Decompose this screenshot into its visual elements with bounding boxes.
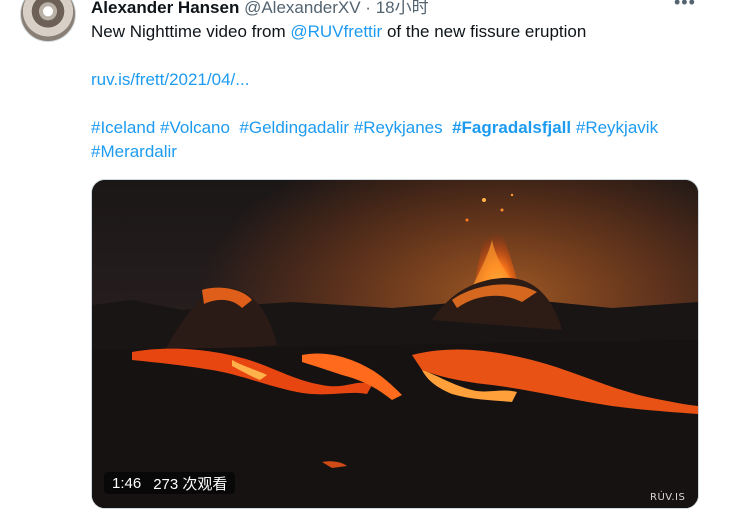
time-separator: · xyxy=(360,0,376,17)
video-player[interactable] xyxy=(91,179,699,509)
video-watermark: RÚV.IS xyxy=(650,492,686,503)
hashtag-link[interactable]: #Volcano xyxy=(160,118,230,137)
author-name[interactable]: Alexander Hansen xyxy=(91,0,239,17)
tweet-text: New Nighttime video from @RUVfrettir of … xyxy=(91,22,586,42)
hashtag-link[interactable]: #Geldingadalir xyxy=(239,118,349,137)
hashtag-link[interactable]: #Iceland xyxy=(91,118,155,137)
hashtag-link[interactable]: #Reykjavik xyxy=(576,118,658,137)
hashtag-link[interactable]: #Fagradalsfjall xyxy=(452,118,571,137)
hashtag-link[interactable]: #Reykjanes xyxy=(354,118,443,137)
more-horizontal-icon[interactable]: ••• xyxy=(674,0,696,13)
url-line: ruv.is/frett/2021/04/... xyxy=(91,70,249,90)
video-info-overlay: 1:46 273 次观看 xyxy=(104,472,236,494)
video-duration: 1:46 xyxy=(112,474,142,492)
author-handle[interactable]: @AlexanderXV xyxy=(244,0,361,17)
article-link[interactable]: ruv.is/frett/2021/04/... xyxy=(91,70,249,89)
avatar[interactable] xyxy=(20,0,76,42)
hashtags-line-1: #Iceland #Volcano #Geldingadalir #Reykja… xyxy=(91,118,658,138)
tweet-text-after: of the new fissure eruption xyxy=(382,22,587,41)
hashtag-link[interactable]: #Merardalir xyxy=(91,142,177,161)
video-thumbnail xyxy=(92,180,698,508)
tweet-header: Alexander Hansen @AlexanderXV · 18小时 xyxy=(91,0,429,18)
mention-link[interactable]: @RUVfrettir xyxy=(290,22,382,41)
tweet-timestamp[interactable]: 18小时 xyxy=(376,0,429,17)
hashtags-line-2: #Merardalir xyxy=(91,142,177,162)
video-view-count: 273 次观看 xyxy=(153,475,228,493)
tweet-text-before: New Nighttime video from xyxy=(91,22,291,41)
